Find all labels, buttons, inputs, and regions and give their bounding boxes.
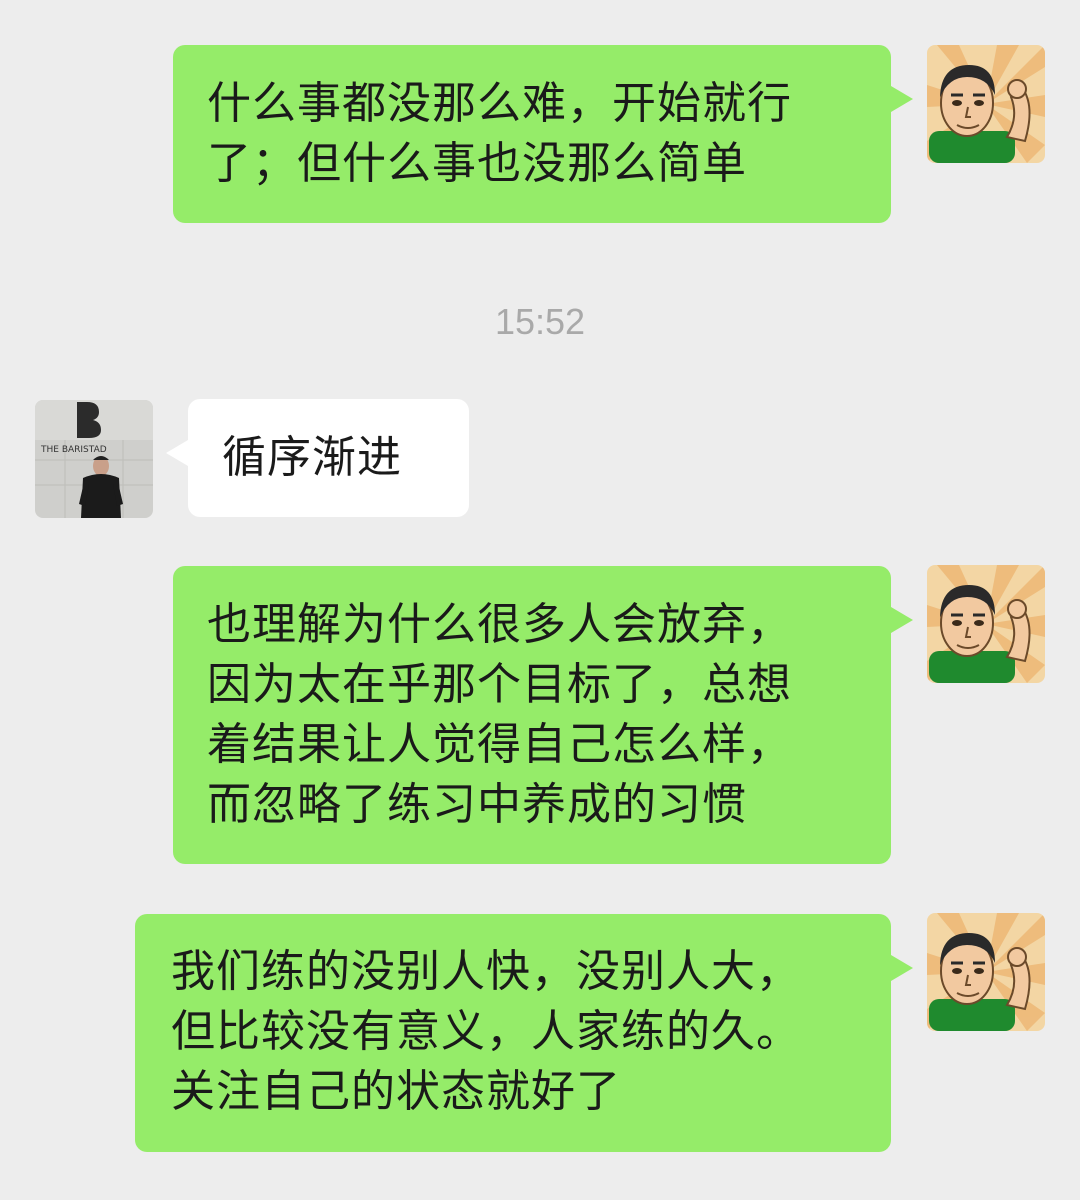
cartoon-man-avatar[interactable] (927, 565, 1045, 683)
message-bubble-incoming[interactable]: 循序渐进 (166, 399, 469, 517)
message-text-line: 了；但什么事也没那么简单 (207, 138, 747, 189)
message-text-line: 什么事都没那么难，开始就行 (207, 78, 792, 129)
photo-wall-text: THE BARISTAD (40, 445, 107, 455)
message-text-line: 而忽略了练习中养成的习惯 (207, 779, 747, 830)
message-bubble-outgoing[interactable]: 我们练的没别人快，没别人大， 但比较没有意义，人家练的久。 关注自己的状态就好了 (135, 914, 913, 1152)
bubble-tail (891, 86, 913, 112)
cartoon-man-avatar[interactable] (927, 913, 1045, 1031)
message-text-line: 但比较没有意义，人家练的久。 (171, 1006, 801, 1057)
message-bubble-outgoing[interactable]: 也理解为什么很多人会放弃， 因为太在乎那个目标了，总想 着结果让人觉得自己怎么样… (173, 566, 913, 864)
message-text-line: 因为太在乎那个目标了，总想 (207, 659, 792, 710)
message-text-line: 也理解为什么很多人会放弃， (207, 599, 792, 650)
message-text-line: 循序渐进 (222, 432, 402, 483)
message-bubble-outgoing[interactable]: 什么事都没那么难，开始就行 了；但什么事也没那么简单 (173, 45, 913, 223)
bubble-tail (891, 607, 913, 633)
timestamp: 15:52 (494, 301, 586, 342)
message-text-line: 我们练的没别人快，没别人大， (171, 946, 801, 997)
message-text-line: 关注自己的状态就好了 (171, 1066, 621, 1117)
photo-avatar[interactable]: THE BARISTAD (35, 400, 153, 518)
message-text-line: 着结果让人觉得自己怎么样， (207, 719, 792, 770)
cartoon-man-avatar[interactable] (927, 45, 1045, 163)
bubble-tail (891, 955, 913, 981)
bubble-tail (166, 440, 188, 466)
